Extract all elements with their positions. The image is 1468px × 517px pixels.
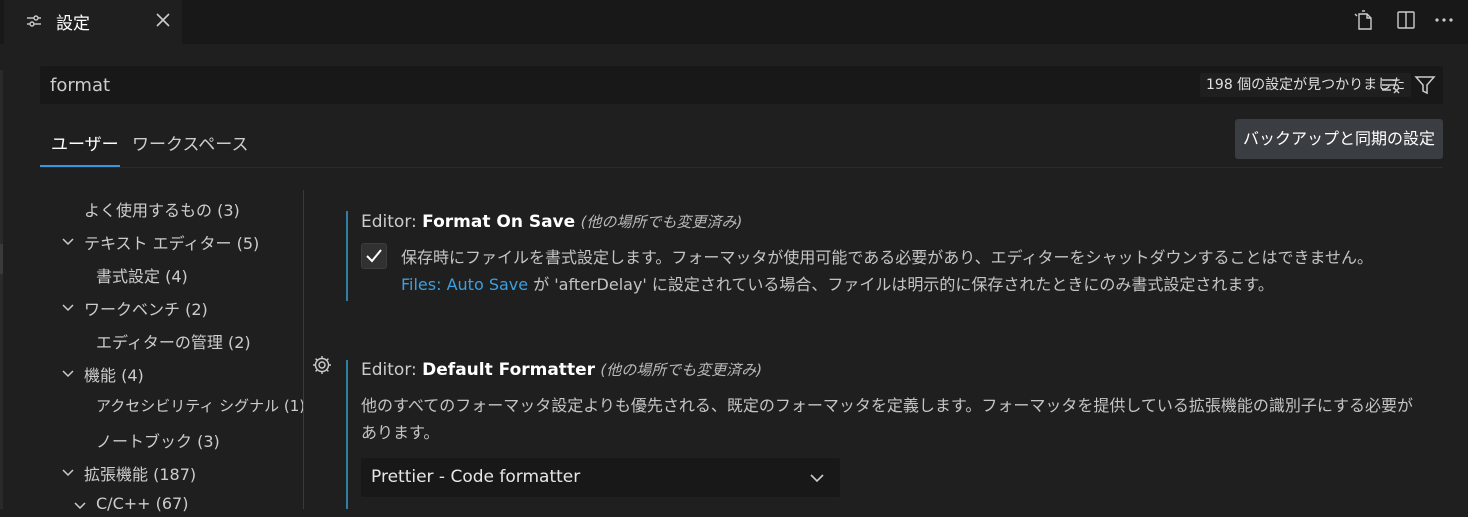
toc-item-accessibility-signals[interactable]: アクセシビリティ シグナル (1) [96, 395, 305, 416]
description-text: が 'afterDelay' に設定されている場合、ファイルは明示的に保存された… [528, 275, 1274, 294]
setting-focus-bar [346, 211, 348, 301]
search-input[interactable] [50, 66, 950, 104]
setting-category: Editor: [361, 360, 423, 380]
close-icon[interactable] [152, 9, 174, 31]
toc-item-cpp[interactable]: C/C++ (67) [96, 494, 188, 513]
toc-item-editor-management[interactable]: エディターの管理 (2) [96, 329, 251, 353]
gutter-marker [0, 244, 3, 274]
setting-name: Format On Save [422, 212, 576, 232]
toc-separator [303, 190, 304, 509]
default-formatter-description: 他のすべてのフォーマッタ設定よりも優先される、既定のフォーマッタを定義します。フ… [361, 396, 1414, 442]
toc-item-text-editor[interactable]: テキスト エディター (5) [84, 230, 259, 254]
tab-user[interactable]: ユーザー [51, 130, 119, 155]
chevron-down-icon[interactable] [61, 464, 75, 478]
toc-item-workbench[interactable]: ワークベンチ (2) [84, 296, 208, 320]
open-settings-json-icon[interactable] [1353, 8, 1377, 32]
default-formatter-select[interactable]: Prettier - Code formatter [361, 458, 840, 497]
modified-elsewhere-note: (他の場所でも変更済み) [600, 361, 763, 379]
toc-item-formatting[interactable]: 書式設定 (4) [96, 263, 188, 287]
chevron-down-icon [807, 468, 827, 488]
backup-sync-button[interactable]: バックアップと同期の設定 [1235, 119, 1443, 159]
split-editor-icon[interactable] [1394, 8, 1418, 32]
filter-icon[interactable] [1414, 74, 1436, 96]
modified-elsewhere-note: (他の場所でも変更済み) [580, 213, 743, 231]
selected-formatter: Prettier - Code formatter [371, 467, 581, 487]
auto-save-link[interactable]: Auto Save [447, 275, 529, 294]
setting-title-default-formatter: Editor: Default Formatter (他の場所でも変更済み) [361, 359, 762, 380]
chevron-down-icon[interactable] [61, 299, 75, 313]
active-tab-indicator [40, 165, 120, 167]
description-text: 保存時にファイルを書式設定します。フォーマッタが使用可能である必要があり、エディ… [401, 248, 1374, 267]
setting-title-format-on-save: Editor: Format On Save (他の場所でも変更済み) [361, 211, 742, 232]
setting-focus-bar [346, 360, 348, 509]
chevron-down-icon[interactable] [61, 365, 75, 379]
toc-item-features[interactable]: 機能 (4) [84, 362, 144, 386]
tab-title: 設定 [56, 14, 90, 34]
scope-divider [40, 167, 1443, 168]
editor-tab-bar [0, 0, 1468, 44]
more-actions-icon[interactable] [1432, 8, 1456, 32]
toc-item-commonly-used[interactable]: よく使用するもの (3) [84, 197, 240, 221]
settings-search-box: 198 個の設定が見つかりました [40, 66, 1443, 104]
setting-category: Editor: [361, 212, 423, 232]
checkmark-icon [366, 249, 382, 263]
toc-item-notebook[interactable]: ノートブック (3) [96, 428, 220, 452]
toc-item-extensions[interactable]: 拡張機能 (187) [84, 461, 196, 485]
gear-icon[interactable] [311, 354, 333, 376]
clear-filter-icon[interactable] [1380, 74, 1402, 96]
settings-tab[interactable]: 設定 [4, 0, 182, 45]
format-on-save-description: 保存時にファイルを書式設定します。フォーマッタが使用可能である必要があり、エディ… [401, 244, 1401, 298]
tab-workspace[interactable]: ワークスペース [132, 130, 248, 155]
settings-sliders-icon [24, 11, 44, 31]
setting-name: Default Formatter [422, 360, 595, 380]
files-link[interactable]: Files: [401, 275, 442, 294]
format-on-save-checkbox[interactable] [361, 243, 387, 269]
chevron-down-icon[interactable] [61, 233, 75, 247]
left-gutter [0, 70, 3, 509]
